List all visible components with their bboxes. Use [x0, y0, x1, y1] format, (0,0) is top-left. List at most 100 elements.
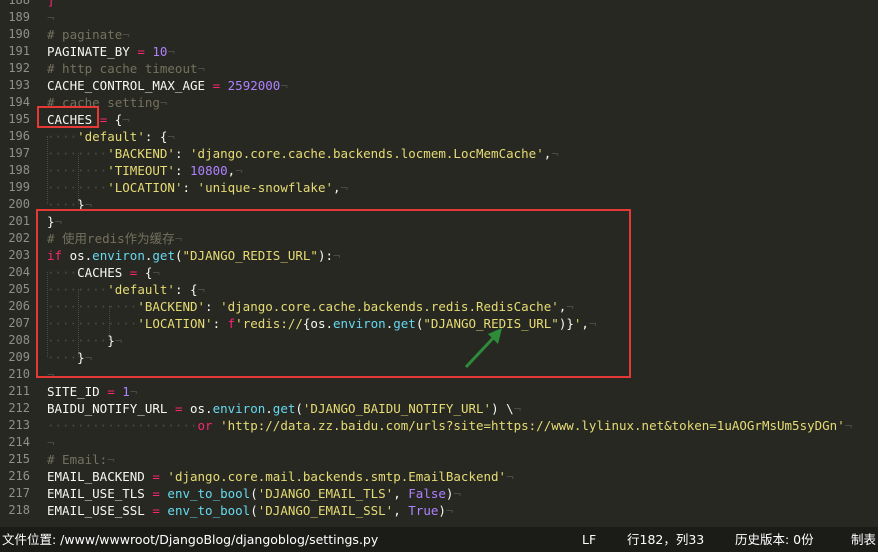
code-line[interactable]: 194 # cache setting¬	[0, 94, 878, 111]
code-line[interactable]: 215 # Email:¬	[0, 451, 878, 468]
code-token: 'django.core.mail.backends.smtp.EmailBac…	[167, 469, 507, 484]
code-token: 2592000	[227, 78, 281, 93]
code-line[interactable]: 197 ········'BACKEND': 'django.core.cache…	[0, 145, 878, 162]
code-token: ¬	[506, 469, 514, 484]
code-token: ¬	[280, 78, 288, 93]
code-token: : {	[144, 129, 168, 144]
line-number: 201	[8, 214, 30, 228]
code-line[interactable]: 198 ········'TIMEOUT': 10800,¬	[0, 162, 878, 179]
code-token: 'TIMEOUT'	[107, 163, 175, 178]
code-line[interactable]: 188]	[0, 0, 878, 9]
code-token: PAGINATE_BY	[47, 44, 138, 59]
code-token: ,	[393, 503, 409, 518]
code-token: ¬	[197, 61, 206, 76]
code-token: =	[152, 486, 160, 501]
code-token: env_to_bool	[167, 503, 251, 518]
code-line[interactable]: 218 EMAIL_USE_SSL = env_to_bool('DJANGO_E…	[0, 502, 878, 519]
code-token: ¬	[122, 112, 130, 127]
line-number: 215	[8, 452, 30, 466]
cursor-position[interactable]: 行182，列33	[627, 527, 704, 552]
code-line[interactable]: 195 CACHES = {¬	[0, 111, 878, 128]
code-token: ¬	[844, 418, 853, 433]
code-token: 'http://data.zz.baidu.com/urls?site=http…	[220, 418, 845, 433]
line-number: 191	[8, 44, 30, 58]
code-token: ¬	[47, 10, 55, 25]
code-line[interactable]: 191 PAGINATE_BY = 10¬	[0, 43, 878, 60]
history-version[interactable]: 历史版本: 0份	[735, 527, 814, 552]
code-line[interactable]: 214 ¬	[0, 434, 878, 451]
code-line[interactable]: 189 ¬	[0, 9, 878, 26]
code-text[interactable]: EMAIL_BACKEND = 'django.core.mail.backen…	[47, 468, 514, 485]
line-number: 212	[8, 401, 30, 415]
code-token: 10	[152, 44, 168, 59]
code-token: 'DJANGO_BAIDU_NOTIFY_URL'	[302, 401, 492, 416]
code-text[interactable]: SITE_ID = 1¬	[47, 383, 137, 400]
code-token: =	[212, 78, 221, 93]
code-token: ,	[333, 180, 341, 195]
line-ending-indicator[interactable]: LF	[582, 527, 596, 552]
code-text[interactable]: ········'TIMEOUT': 10800,¬	[47, 162, 243, 179]
line-number: 188	[8, 0, 30, 7]
code-text[interactable]: PAGINATE_BY = 10¬	[47, 43, 175, 60]
code-token: (	[250, 486, 258, 501]
line-number: 206	[8, 299, 30, 313]
code-token: ····	[47, 129, 78, 144]
code-line[interactable]: 212 BAIDU_NOTIFY_URL = os.environ.get('DJ…	[0, 400, 878, 417]
code-text[interactable]: ¬	[47, 9, 55, 26]
code-token: False	[408, 486, 446, 501]
code-line[interactable]: 190 # paginate¬	[0, 26, 878, 43]
line-number: 202	[8, 231, 30, 245]
line-number: 204	[8, 265, 30, 279]
file-path: 文件位置: /www/wwwroot/DjangoBlog/djangoblog…	[2, 532, 379, 547]
tab-setting[interactable]: 制表	[851, 527, 876, 552]
status-bar: 文件位置: /www/wwwroot/DjangoBlog/djangoblog…	[0, 527, 878, 552]
code-token: ········	[47, 146, 108, 161]
code-line[interactable]: 213 ····················or 'http://data.z…	[0, 417, 878, 434]
code-line[interactable]: 196 ····'default': {¬	[0, 128, 878, 145]
code-text[interactable]: ····'default': {¬	[47, 128, 175, 145]
code-token: .	[265, 401, 273, 416]
code-token: 'LOCATION'	[107, 180, 183, 195]
code-line[interactable]: 216 EMAIL_BACKEND = 'django.core.mail.bac…	[0, 468, 878, 485]
line-number: 189	[8, 10, 30, 24]
code-line[interactable]: 217 EMAIL_USE_TLS = env_to_bool('DJANGO_E…	[0, 485, 878, 502]
code-text[interactable]: ····················or 'http://data.zz.b…	[47, 417, 852, 434]
line-number: 195	[8, 112, 30, 126]
code-text[interactable]: ¬	[47, 434, 55, 451]
caches-highlight-box	[37, 106, 99, 128]
code-line[interactable]: 192 # http cache timeout¬	[0, 60, 878, 77]
code-token: ¬	[513, 401, 522, 416]
line-number: 197	[8, 146, 30, 160]
code-line[interactable]: 199 ········'LOCATION': 'unique-snowflake…	[0, 179, 878, 196]
code-token: =	[107, 384, 115, 399]
code-token: ]	[47, 0, 55, 8]
line-number: 198	[8, 163, 30, 177]
line-number: 209	[8, 350, 30, 364]
code-line[interactable]: 211 SITE_ID = 1¬	[0, 383, 878, 400]
code-token: 'BACKEND'	[107, 146, 175, 161]
line-number: 193	[8, 78, 30, 92]
code-text[interactable]: EMAIL_USE_TLS = env_to_bool('DJANGO_EMAI…	[47, 485, 461, 502]
code-token: )	[438, 503, 446, 518]
code-text[interactable]: BAIDU_NOTIFY_URL = os.environ.get('DJANG…	[47, 400, 521, 417]
code-token: ¬	[159, 95, 168, 110]
code-text[interactable]: # paginate¬	[47, 26, 130, 43]
code-token: # http cache timeout	[47, 61, 198, 76]
code-token: ····················	[47, 418, 198, 433]
code-text[interactable]: CACHE_CONTROL_MAX_AGE = 2592000¬	[47, 77, 288, 94]
code-text[interactable]: ········'LOCATION': 'unique-snowflake',¬	[47, 179, 348, 196]
code-text[interactable]: ········'BACKEND': 'django.core.cache.ba…	[47, 145, 559, 162]
annotation-arrow-icon	[464, 328, 502, 369]
code-text[interactable]: EMAIL_USE_SSL = env_to_bool('DJANGO_EMAI…	[47, 502, 453, 519]
code-token: os.	[182, 401, 213, 416]
code-text[interactable]: ]	[47, 0, 55, 9]
code-token: ¬	[340, 180, 349, 195]
code-line[interactable]: 193 CACHE_CONTROL_MAX_AGE = 2592000¬	[0, 77, 878, 94]
code-token: :	[182, 180, 198, 195]
code-text[interactable]: # http cache timeout¬	[47, 60, 205, 77]
code-text[interactable]: # Email:¬	[47, 451, 115, 468]
code-token: 1	[122, 384, 130, 399]
line-number: 210	[8, 367, 30, 381]
code-token: ) \	[491, 401, 514, 416]
